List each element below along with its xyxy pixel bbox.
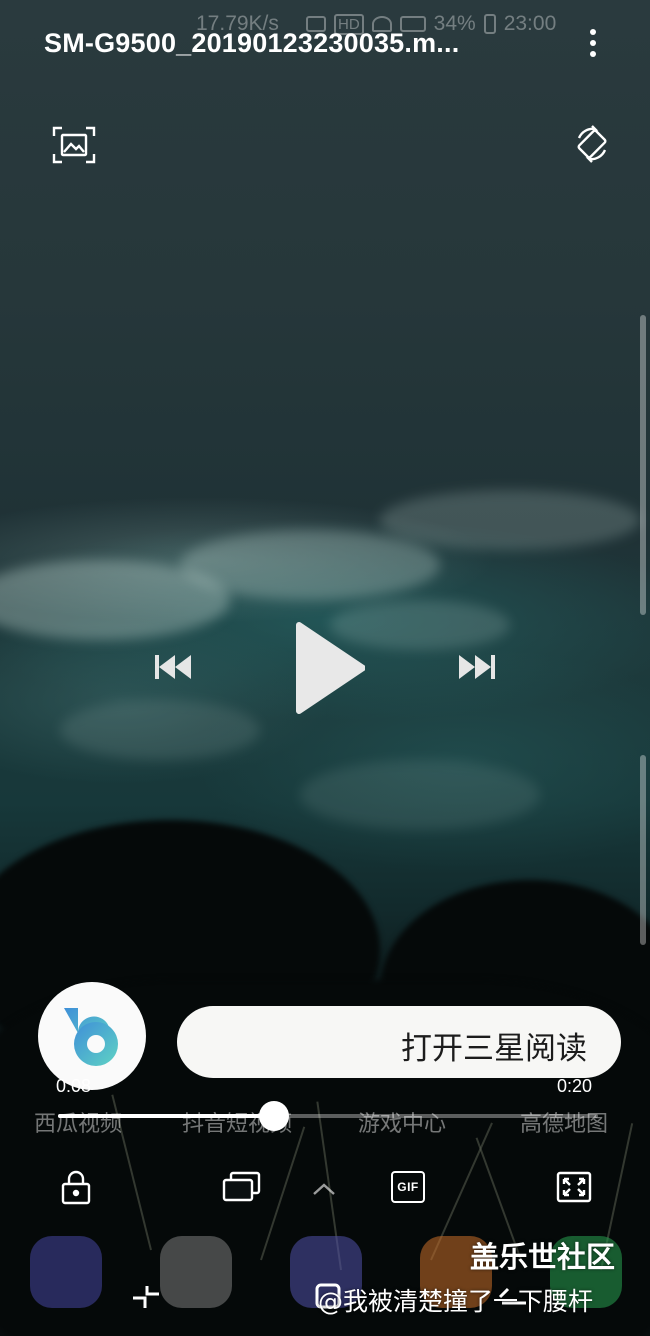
watermark-site: 盖乐世社区 [470, 1240, 616, 1274]
gif-label: GIF [391, 1171, 425, 1203]
more-options-icon[interactable] [580, 26, 606, 60]
screen-rotate-icon[interactable] [573, 125, 611, 163]
bg-app-label: 西瓜视频 [34, 1112, 123, 1137]
skip-next-icon[interactable] [456, 652, 496, 682]
edge-panel-handle[interactable] [640, 755, 646, 945]
recent-apps-button[interactable] [128, 1278, 164, 1314]
seek-progress [58, 1114, 274, 1118]
wave-foam [380, 490, 640, 550]
bixby-button[interactable] [38, 982, 146, 1090]
app-icon-browser [30, 1236, 102, 1308]
fullscreen-icon[interactable] [554, 1168, 594, 1206]
bg-app-label: 高德地图 [520, 1112, 609, 1137]
seek-bar[interactable] [58, 1101, 598, 1131]
battery-icon [483, 14, 496, 34]
bixby-suggestion-label: 打开三星阅读 [401, 1031, 587, 1067]
edge-panel-handle[interactable] [640, 315, 646, 615]
image-capture-icon[interactable] [52, 126, 96, 164]
watermark-author: @我被清楚撞了一下腰杆 [318, 1287, 594, 1316]
popup-window-icon[interactable] [222, 1168, 262, 1206]
skip-previous-icon[interactable] [154, 652, 194, 682]
gif-button[interactable]: GIF [388, 1168, 428, 1206]
bg-app-label: 游戏中心 [358, 1112, 447, 1137]
app-icon-settings [160, 1236, 232, 1308]
chevron-up-icon[interactable] [304, 1170, 344, 1208]
wave-foam [180, 530, 440, 600]
wave-foam [300, 760, 540, 830]
wave-foam [60, 700, 260, 760]
seek-thumb[interactable] [259, 1101, 289, 1131]
lock-icon[interactable] [56, 1168, 96, 1206]
clock: 23:00 [503, 12, 557, 35]
bixby-logo-icon [64, 1008, 118, 1066]
video-title: SM-G9500_20190123230035.m... [44, 28, 460, 58]
elapsed-time: 0:08 [56, 1076, 92, 1096]
play-icon[interactable] [292, 620, 366, 716]
total-duration: 0:20 [557, 1076, 593, 1096]
bixby-suggestion-chip[interactable]: 打开三星阅读 [177, 1006, 621, 1078]
